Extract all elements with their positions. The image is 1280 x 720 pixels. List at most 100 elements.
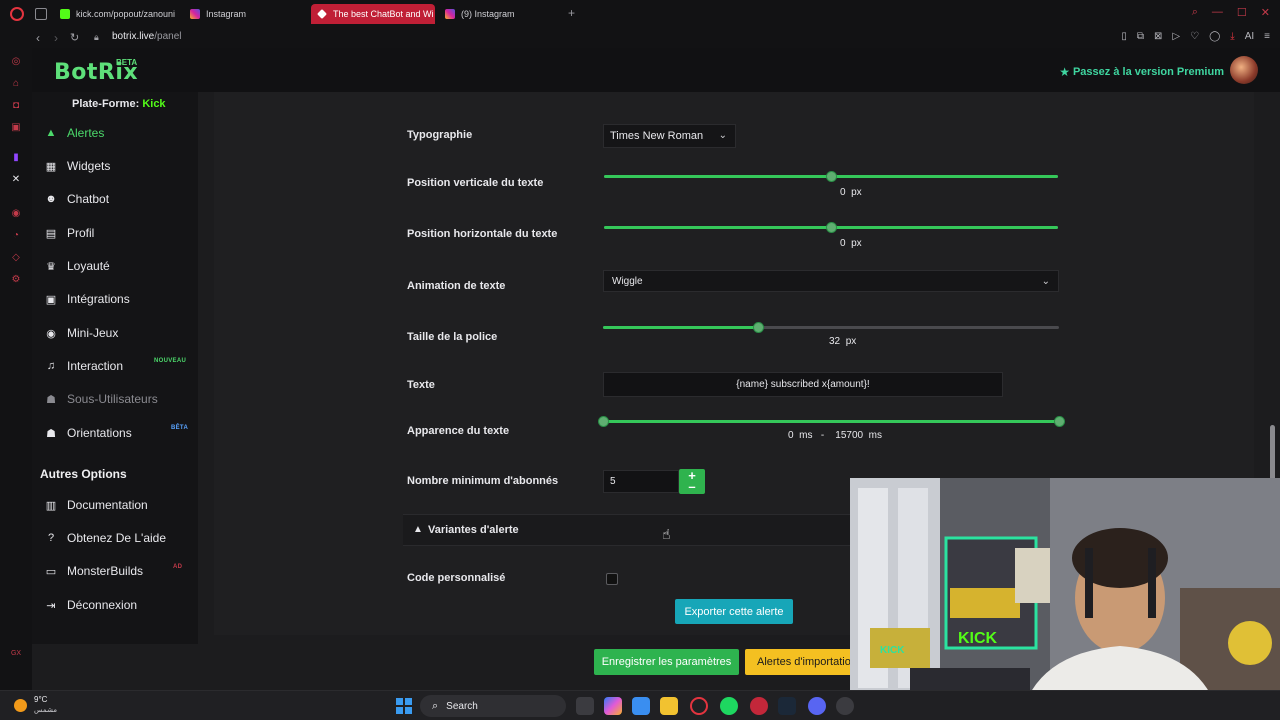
sidebar-item-chatbot[interactable]: ☻ Chatbot — [44, 189, 109, 209]
tab-botrix[interactable]: The best ChatBot and Wi — [311, 4, 435, 24]
adblock-icon[interactable]: ⊠ — [1154, 31, 1162, 42]
taskbar-search[interactable]: ⌕ Search — [420, 695, 566, 717]
sidebar-item-loyaute[interactable]: ♛ Loyauté — [44, 256, 110, 276]
sidebar-item-label: Widgets — [67, 159, 111, 173]
slider-thumb[interactable] — [826, 222, 837, 233]
settings-icon[interactable]: ⚙ — [10, 274, 22, 286]
spotify-icon[interactable] — [720, 697, 738, 715]
id-card-icon: ▤ — [45, 227, 57, 240]
sidebar-item-integrations[interactable]: ▣ Intégrations — [44, 289, 130, 309]
speed-dial-icon[interactable]: ◎ — [10, 56, 22, 68]
task-view-icon[interactable] — [576, 697, 594, 715]
sidebar-item-widgets[interactable]: ▦ Widgets — [44, 156, 111, 176]
shopping-icon[interactable]: ⌂ — [10, 78, 22, 90]
steam-icon[interactable] — [778, 697, 796, 715]
custom-code-checkbox[interactable] — [606, 573, 618, 585]
typography-select[interactable]: Times New Roman ⌄ — [603, 124, 736, 148]
tab-overview-icon[interactable] — [35, 8, 47, 20]
sidebar-item-monsterbuilds[interactable]: ▭ MonsterBuilds — [44, 561, 143, 581]
export-alert-button[interactable]: Exporter cette alerte — [675, 599, 793, 624]
font-size-slider[interactable] — [603, 322, 1059, 333]
forward-icon[interactable]: › — [54, 31, 58, 45]
users-icon: ☗ — [46, 393, 56, 406]
snapshot-icon[interactable]: ⧉ — [1137, 31, 1144, 42]
copilot-icon[interactable] — [604, 697, 622, 715]
tab-instagram[interactable]: Instagram — [184, 4, 304, 24]
opera-gx-icon[interactable] — [690, 697, 708, 715]
x-icon[interactable]: ✕ — [10, 174, 22, 186]
save-settings-button[interactable]: Enregistrer les paramètres — [594, 649, 739, 675]
vertical-position-slider[interactable] — [604, 171, 1058, 182]
quantity-stepper[interactable]: + – — [679, 469, 705, 494]
alert-text-input[interactable]: {name} subscribed x{amount}! — [603, 372, 1003, 397]
menu-icon[interactable]: ≡ — [1264, 31, 1270, 42]
reload-icon[interactable]: ↻ — [70, 31, 79, 44]
messenger-icon[interactable]: ◘ — [10, 100, 22, 112]
weather-temperature[interactable]: 9°C — [34, 695, 47, 704]
platform-name: Kick — [142, 98, 166, 110]
gx-icon[interactable]: GX — [10, 648, 22, 660]
custom-code-label: Code personnalisé — [407, 572, 506, 584]
close-icon[interactable]: ✕ — [1261, 6, 1270, 19]
sidebar-item-aide[interactable]: ? Obtenez De L'aide — [44, 528, 166, 548]
app-icon[interactable] — [750, 697, 768, 715]
tab-kick[interactable]: kick.com/popout/zanouni — [54, 4, 178, 24]
svg-text:KICK: KICK — [880, 645, 905, 656]
avatar[interactable] — [1230, 56, 1258, 84]
url-field[interactable]: botrix.live/panel — [112, 31, 182, 42]
sidebar-item-deconnexion[interactable]: ⇥ Déconnexion — [44, 595, 137, 615]
opera-logo-icon[interactable] — [10, 7, 24, 21]
windows-start-icon[interactable] — [396, 698, 412, 714]
profile-icon[interactable]: ◯ — [1209, 31, 1220, 42]
animation-select[interactable]: Wiggle ⌄ — [603, 270, 1059, 292]
store-icon[interactable] — [632, 697, 650, 715]
downloads-icon[interactable]: ⤓ — [1230, 31, 1234, 42]
ai-icon[interactable]: AI — [1245, 31, 1254, 42]
tab-instagram-2[interactable]: (9) Instagram — [439, 4, 563, 24]
browser-tabbar: kick.com/popout/zanouni Instagram The be… — [0, 0, 1280, 28]
premium-link[interactable]: ★ Passez à la version Premium — [1059, 65, 1224, 79]
search-tabs-icon[interactable]: ⌕ — [1192, 6, 1198, 19]
sidebar-item-sous-utilisateurs[interactable]: ☗ Sous-Utilisateurs — [44, 389, 158, 409]
minimize-icon[interactable]: — — [1212, 6, 1223, 19]
animation-label: Animation de texte — [407, 280, 506, 292]
history-icon[interactable]: ◔ — [10, 230, 22, 242]
url-domain: botrix.live — [112, 31, 155, 42]
sidebar-item-mini-jeux[interactable]: ◉ Mini-Jeux — [44, 323, 118, 343]
text-label: Texte — [407, 379, 435, 391]
folder-icon[interactable] — [660, 697, 678, 715]
sidebar-item-label: Interaction — [67, 359, 124, 373]
slider-thumb[interactable] — [753, 322, 765, 333]
heart-icon[interactable]: ♡ — [1190, 31, 1199, 42]
alert-variants-toggle[interactable]: ▲ Variantes d'alerte — [403, 514, 863, 546]
player-icon[interactable]: ▷ — [1172, 31, 1180, 42]
page-scrollbar[interactable] — [1270, 425, 1275, 485]
back-icon[interactable]: ‹ — [36, 31, 40, 45]
sidebar-item-profil[interactable]: ▤ Profil — [44, 223, 95, 243]
new-tab-icon[interactable]: + — [568, 6, 575, 20]
player-sidebar-icon[interactable]: ◉ — [10, 208, 22, 220]
bookmark-icon[interactable]: ▯ — [1121, 31, 1127, 42]
sidebar-item-alertes[interactable]: ▲ Alertes — [44, 123, 105, 143]
sidebar-item-interaction[interactable]: ♫ Interaction — [44, 356, 123, 376]
obs-icon[interactable] — [836, 697, 854, 715]
maximize-icon[interactable]: ☐ — [1237, 6, 1247, 19]
slider-thumb[interactable] — [826, 171, 837, 182]
sidebar-item-documentation[interactable]: ▥ Documentation — [44, 495, 148, 515]
min-subs-input[interactable]: 5 — [603, 470, 679, 493]
appearance-range-slider[interactable] — [598, 416, 1065, 427]
import-alerts-button[interactable]: Alertes d'importation — [745, 649, 865, 675]
sidebar-item-orientations[interactable]: ☗ Orientations — [44, 423, 132, 443]
instagram-favicon-icon — [190, 9, 200, 19]
pinboard-icon[interactable]: ◇ — [10, 252, 22, 264]
sun-icon[interactable] — [14, 699, 27, 712]
slider-thumb-end[interactable] — [1054, 416, 1065, 427]
horizontal-position-slider[interactable] — [604, 222, 1058, 233]
twitch-icon[interactable]: ▮ — [10, 152, 22, 164]
app-sidebar: Plate-Forme: Kick ▲ Alertes ▦ Widgets ☻ … — [32, 92, 198, 644]
discord-icon[interactable] — [808, 697, 826, 715]
slider-thumb-start[interactable] — [598, 416, 609, 427]
users-icon: ☗ — [46, 427, 56, 440]
news-icon[interactable]: ▣ — [10, 122, 22, 134]
minus-icon[interactable]: – — [679, 480, 705, 493]
